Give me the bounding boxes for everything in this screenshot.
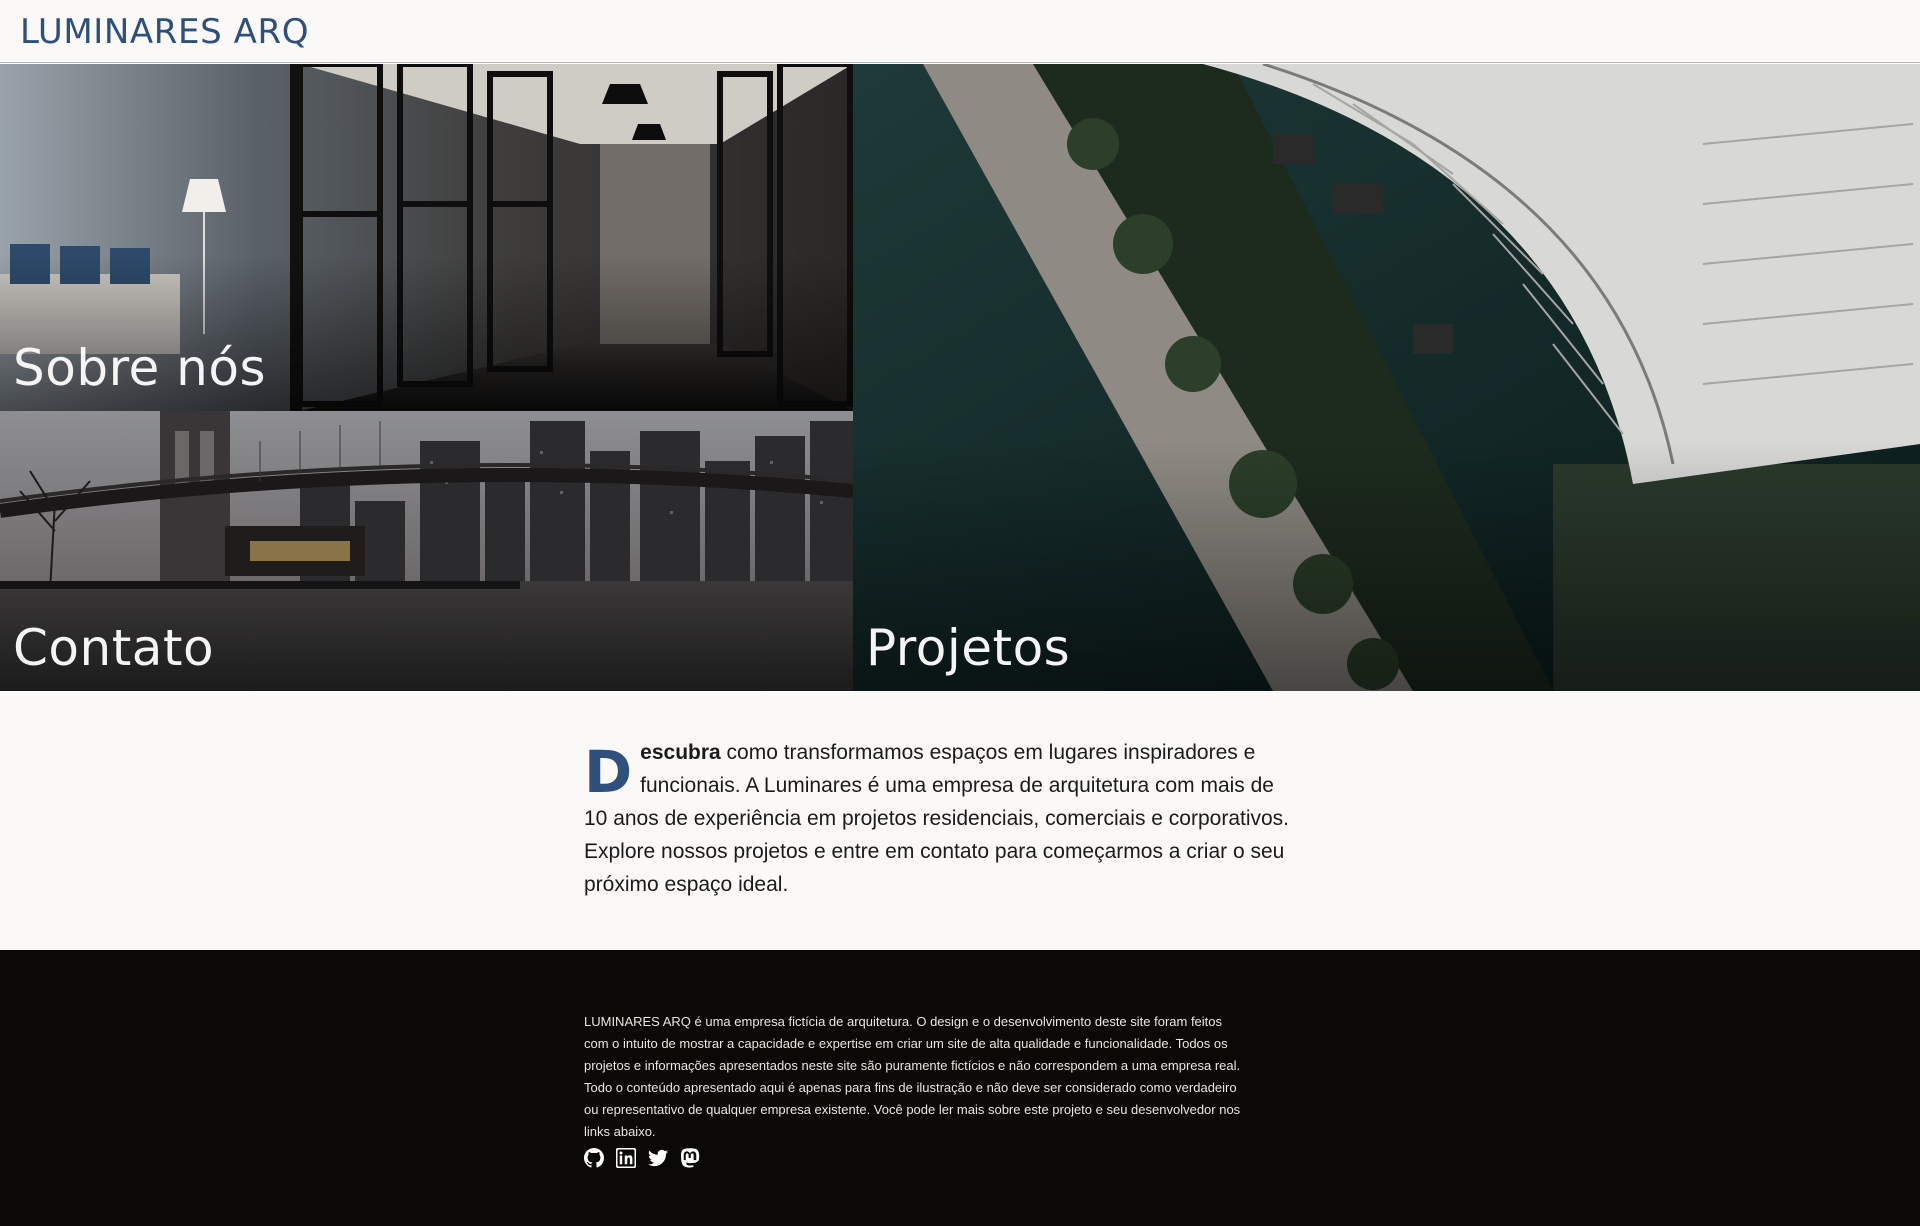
github-icon[interactable] (584, 1148, 604, 1168)
mastodon-icon[interactable] (680, 1148, 700, 1168)
drop-cap: D (584, 738, 633, 806)
intro-paragraph: Descubra como transformamos espaços em l… (584, 736, 1294, 901)
tile-label-contato: Contato (13, 619, 215, 677)
aerial-building-photo (853, 64, 1920, 691)
tile-contato[interactable]: Contato (0, 411, 853, 691)
tile-sobre-nos[interactable]: Sobre nós (0, 64, 853, 411)
footer-disclaimer: LUMINARES ARQ é uma empresa fictícia de … (584, 1014, 1241, 1139)
site-header: LUMINARES ARQ (0, 0, 1920, 63)
twitter-icon[interactable] (648, 1148, 668, 1168)
tile-projetos[interactable]: Projetos (853, 64, 1920, 691)
social-links (584, 1148, 700, 1168)
linkedin-icon[interactable] (616, 1148, 636, 1168)
site-footer: LUMINARES ARQ é uma empresa fictícia de … (0, 950, 1920, 1226)
intro-text: como transformamos espaços em lugares in… (584, 741, 1290, 896)
tile-label-projetos: Projetos (866, 619, 1071, 677)
intro-bold-word: escubra (640, 741, 721, 764)
site-logo[interactable]: LUMINARES ARQ (20, 12, 309, 52)
tile-label-sobre-nos: Sobre nós (13, 339, 267, 397)
